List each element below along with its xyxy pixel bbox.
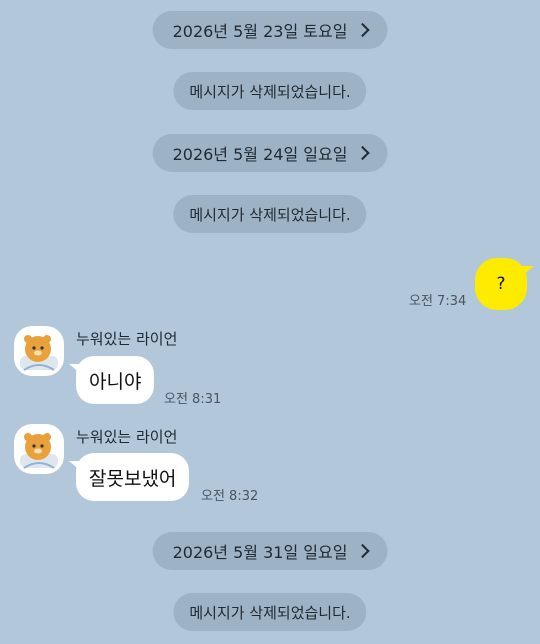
date-separator-label: 2026년 5월 24일 일요일 — [172, 145, 348, 164]
deleted-message-notice: 메시지가 삭제되었습니다. — [173, 195, 367, 233]
chevron-right-icon — [355, 22, 370, 38]
deleted-message-text: 메시지가 삭제되었습니다. — [189, 603, 351, 622]
ryan-avatar-icon — [20, 433, 58, 469]
received-message-bubble[interactable]: 아니야 — [69, 356, 155, 404]
message-time: 오전 8:31 — [164, 392, 222, 407]
bubble-tail — [522, 266, 534, 276]
message-text: 잘못보냈어 — [89, 467, 177, 490]
message-time: 오전 7:34 — [409, 294, 467, 309]
date-separator-label: 2026년 5월 31일 일요일 — [172, 543, 348, 562]
date-separator[interactable]: 2026년 5월 24일 일요일 — [152, 134, 388, 172]
received-message-bubble[interactable]: 잘못보냈어 — [69, 453, 190, 501]
my-message-bubble[interactable]: ? — [475, 258, 534, 310]
deleted-message-notice: 메시지가 삭제되었습니다. — [173, 593, 367, 631]
message-text: 아니야 — [89, 370, 142, 393]
sender-avatar[interactable] — [14, 424, 64, 474]
message-time: 오전 8:32 — [201, 489, 259, 504]
deleted-message-text: 메시지가 삭제되었습니다. — [189, 82, 351, 101]
deleted-message-notice: 메시지가 삭제되었습니다. — [173, 72, 367, 110]
chevron-right-icon — [355, 543, 370, 559]
bubble-tail — [69, 461, 81, 471]
date-separator[interactable]: 2026년 5월 31일 일요일 — [152, 532, 388, 570]
bubble-tail — [69, 364, 81, 374]
date-separator-label: 2026년 5월 23일 토요일 — [172, 22, 348, 41]
sender-avatar[interactable] — [14, 326, 64, 376]
message-text: ? — [496, 274, 506, 294]
date-separator[interactable]: 2026년 5월 23일 토요일 — [152, 11, 388, 49]
deleted-message-text: 메시지가 삭제되었습니다. — [189, 205, 351, 224]
sender-name: 누워있는 라이언 — [76, 428, 178, 446]
chevron-right-icon — [355, 145, 370, 161]
sender-name: 누워있는 라이언 — [76, 330, 178, 348]
ryan-avatar-icon — [20, 335, 58, 371]
